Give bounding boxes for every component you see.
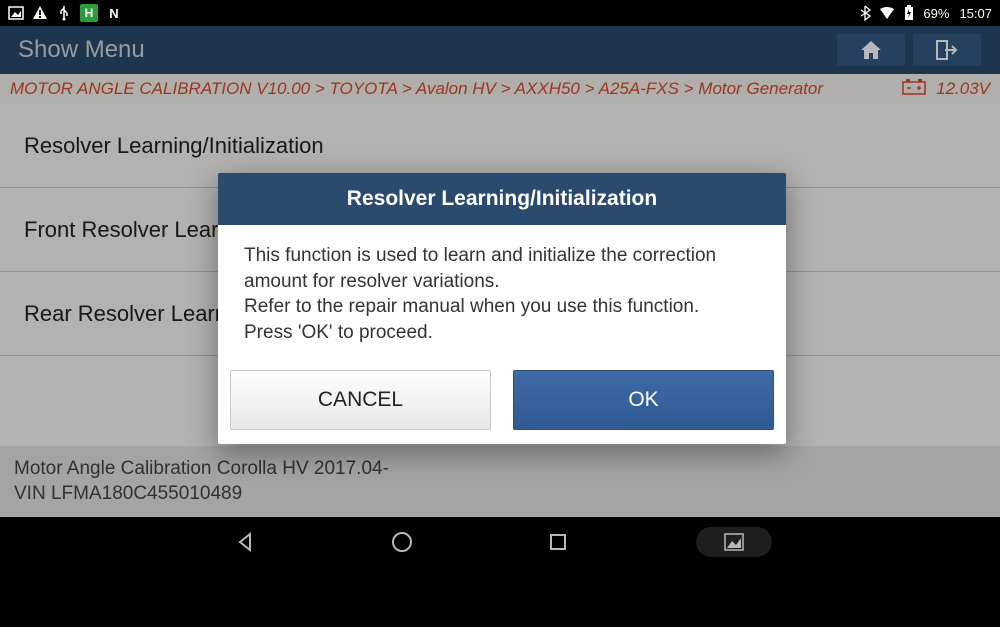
- app-icon: H: [80, 4, 98, 22]
- dialog-title: Resolver Learning/Initialization: [218, 173, 786, 225]
- usb-icon: [56, 5, 72, 21]
- dialog-text-line: Press 'OK' to proceed.: [244, 320, 760, 346]
- clock-time: 15:07: [959, 6, 992, 21]
- battery-percent: 69%: [923, 6, 949, 21]
- cancel-button[interactable]: CANCEL: [230, 370, 491, 430]
- dialog-text-line: This function is used to learn and initi…: [244, 243, 760, 294]
- dialog-body: This function is used to learn and initi…: [218, 225, 786, 370]
- bluetooth-icon: [857, 5, 873, 21]
- dialog-text-line: Refer to the repair manual when you use …: [244, 294, 760, 320]
- wifi-icon: [879, 5, 895, 21]
- battery-charging-icon: [901, 5, 917, 21]
- image-icon: [8, 5, 24, 21]
- ok-button[interactable]: OK: [513, 370, 774, 430]
- warning-icon: [32, 5, 48, 21]
- android-status-bar: H N 69% 15:07: [0, 0, 1000, 26]
- confirmation-dialog: Resolver Learning/Initialization This fu…: [218, 173, 786, 444]
- n-icon: N: [106, 5, 122, 21]
